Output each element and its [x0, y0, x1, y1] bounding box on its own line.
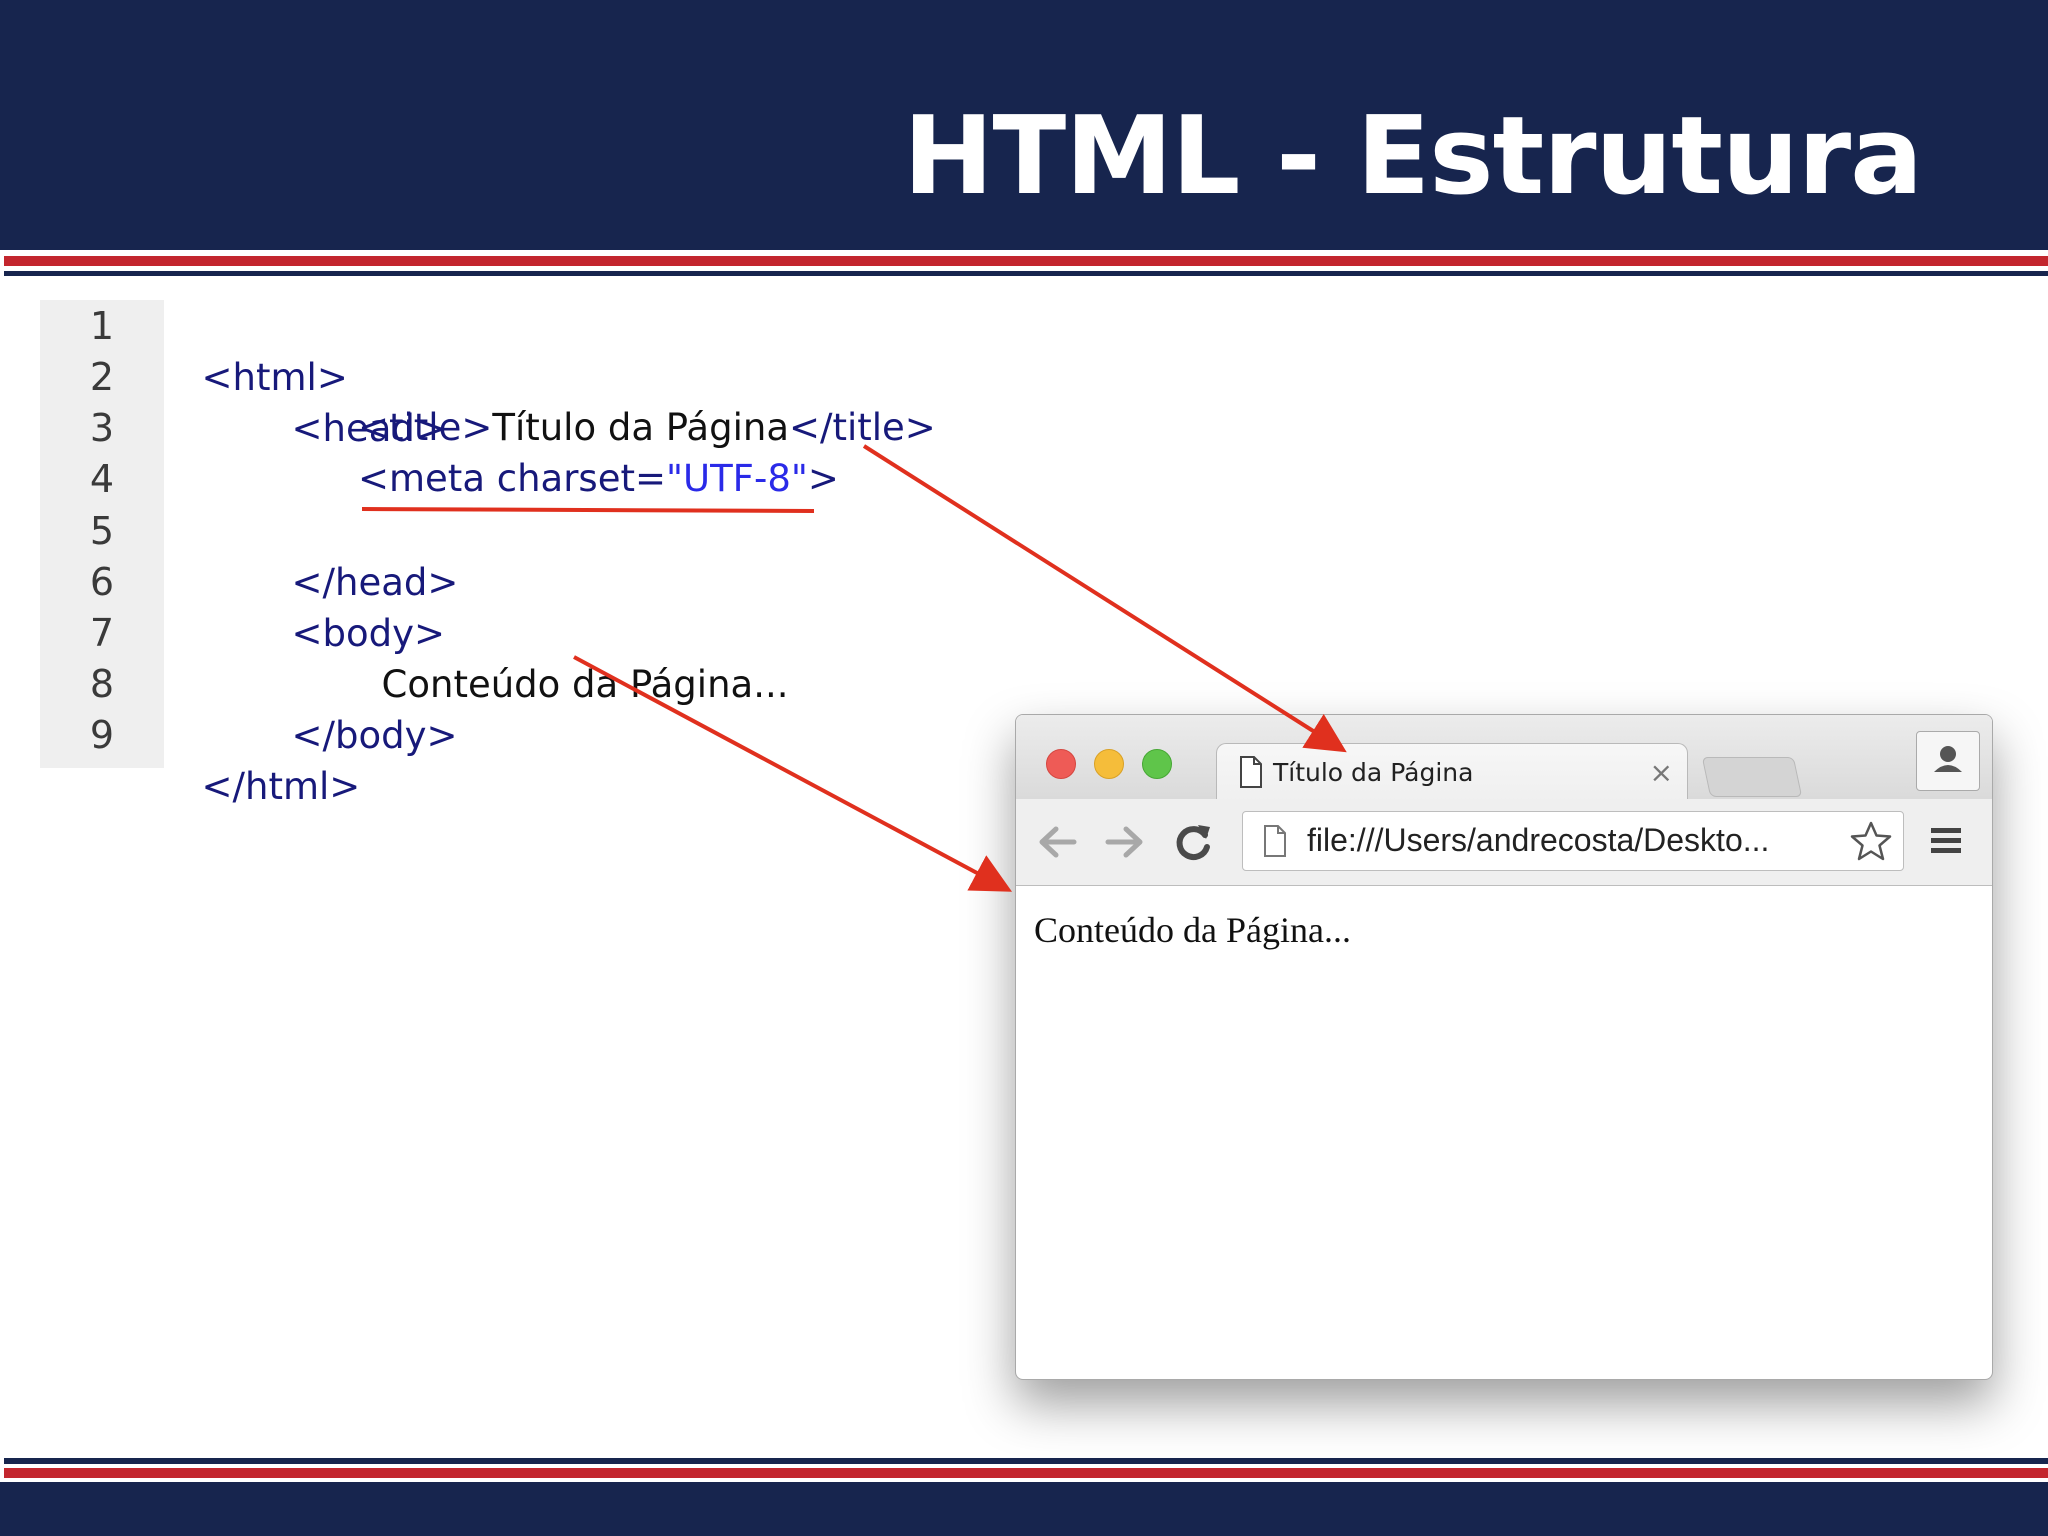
- header-stripe-red: [4, 256, 2048, 266]
- close-tab-icon[interactable]: ×: [1650, 756, 1673, 789]
- browser-window: Título da Página × file:///Users/andreco…: [1015, 714, 1993, 1380]
- menu-icon[interactable]: [1928, 823, 1964, 859]
- code-tag: </html>: [201, 765, 361, 808]
- minimize-window-button[interactable]: [1094, 749, 1124, 779]
- line-number: 2: [89, 355, 115, 399]
- code-line-1: <html>: [178, 300, 348, 399]
- line-number: 3: [89, 406, 115, 450]
- code-line-4: <meta charset="UTF-8">: [358, 453, 839, 505]
- browser-tab[interactable]: Título da Página ×: [1216, 743, 1688, 802]
- tab-title: Título da Página: [1273, 758, 1474, 787]
- page-icon: [1240, 756, 1262, 788]
- header-stripe-navy: [4, 271, 2048, 276]
- slide-title: HTML - Estrutura: [903, 94, 1923, 219]
- line-number: 1: [89, 304, 115, 348]
- slide-footer: [0, 1482, 2048, 1536]
- title-arrow: [862, 444, 1347, 753]
- star-icon[interactable]: [1849, 820, 1893, 862]
- code-string: "UTF-8": [665, 457, 808, 500]
- profile-icon: [1934, 746, 1962, 772]
- page-icon: [1264, 825, 1286, 857]
- new-tab-button[interactable]: [1701, 757, 1803, 797]
- browser-toolbar: file:///Users/andrecosta/Deskto...: [1016, 799, 1992, 886]
- code-line-3: <title>Título da Página</title>: [358, 402, 936, 454]
- line-number: 6: [89, 560, 115, 604]
- line-number: 8: [89, 662, 115, 706]
- code-tag: >: [807, 457, 839, 500]
- profile-button[interactable]: [1916, 731, 1980, 791]
- code-text: Título da Página: [492, 406, 789, 449]
- code-line-9: </html>: [178, 709, 361, 808]
- code-attribute: charset=: [496, 457, 666, 500]
- code-line-5: </head>: [268, 505, 459, 604]
- code-line-2: <head>: [268, 351, 446, 450]
- line-number: 9: [89, 713, 115, 757]
- reload-icon[interactable]: [1172, 821, 1214, 863]
- browser-page-content: Conteúdo da Página...: [1034, 910, 1351, 950]
- line-number: 4: [89, 457, 115, 501]
- back-arrow-icon[interactable]: [1036, 823, 1078, 861]
- address-bar[interactable]: file:///Users/andrecosta/Deskto...: [1242, 811, 1904, 871]
- code-tag: <meta: [358, 457, 497, 500]
- code-line-7: Conteúdo da Página...: [358, 607, 789, 706]
- code-line-6: <body>: [268, 556, 446, 655]
- url-text: file:///Users/andrecosta/Deskto...: [1307, 822, 1770, 858]
- code-tag: </title>: [789, 406, 936, 449]
- line-number: 5: [89, 509, 115, 553]
- slide-header: HTML - Estrutura: [0, 0, 2048, 250]
- code-tag: <title>: [358, 406, 493, 449]
- line-number: 7: [89, 611, 115, 655]
- maximize-window-button[interactable]: [1142, 749, 1172, 779]
- browser-tab-strip: Título da Página ×: [1016, 715, 1992, 802]
- forward-arrow-icon[interactable]: [1104, 823, 1146, 861]
- close-window-button[interactable]: [1046, 749, 1076, 779]
- footer-stripe-red: [4, 1468, 2048, 1478]
- code-line-8: </body>: [268, 658, 458, 757]
